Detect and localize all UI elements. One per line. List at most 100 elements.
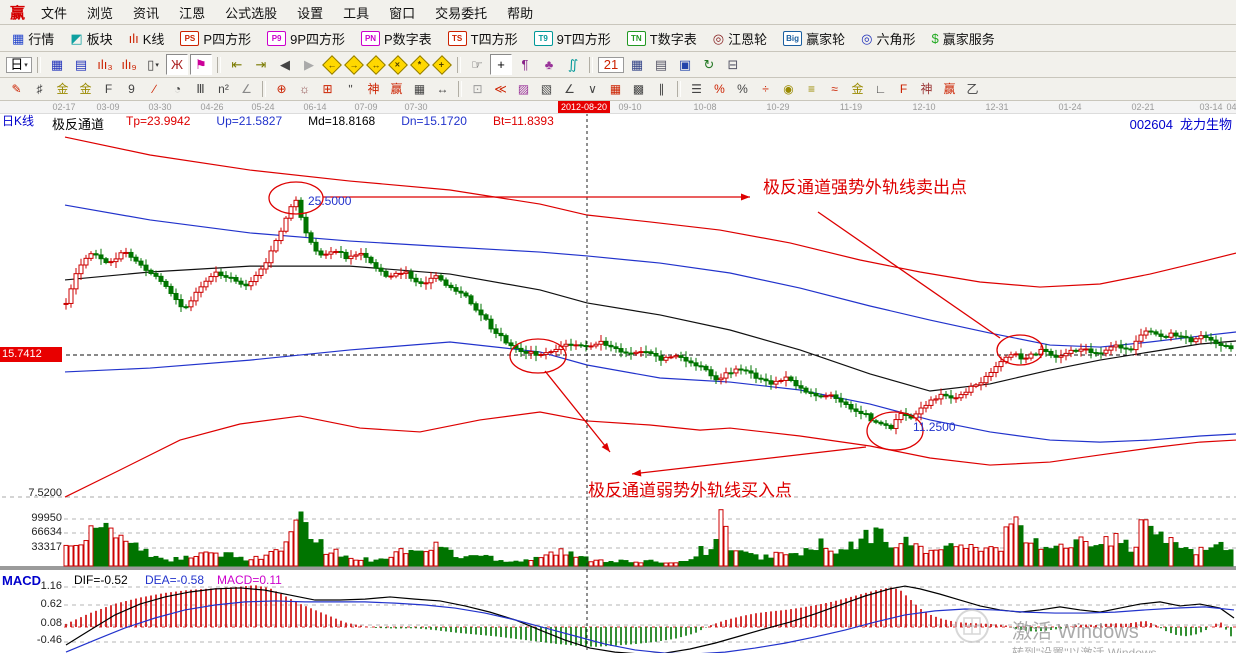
p-number-table-button[interactable]: PNP数字表 (353, 27, 440, 50)
nine-p-square-button[interactable]: P99P四方形 (259, 27, 353, 50)
three-bars-icon[interactable]: ılı₃ (94, 54, 116, 75)
timeline-bar[interactable]: 02-1703-0903-3004-2605-2406-1407-0907-30… (0, 101, 1236, 114)
menu-settings[interactable]: 设置 (287, 3, 333, 22)
n-squared-icon[interactable]: n² (213, 80, 234, 99)
gold-angle-icon[interactable]: 金 (847, 80, 868, 99)
nine-bars-icon[interactable]: ılı₉ (118, 54, 140, 75)
percent-icon[interactable]: % (732, 80, 753, 99)
gold-scale-icon[interactable]: 金 (52, 80, 73, 99)
angle-lines-icon[interactable]: ∠ (559, 80, 580, 99)
dark-grid-icon[interactable]: ▩ (628, 80, 649, 99)
winner-grid-icon[interactable]: 赢 (386, 80, 407, 99)
god-angle-icon[interactable]: 神 (916, 80, 937, 99)
multi-window-icon[interactable]: ▦ (46, 54, 68, 75)
gann-cross-icon[interactable]: × (388, 55, 408, 75)
fan-box-icon[interactable]: ▨ (513, 80, 534, 99)
v-lines-icon[interactable]: ∨ (582, 80, 603, 99)
winner-wheel-button[interactable]: Big赢家轮 (775, 27, 853, 50)
date-tick-label: 02-17 (52, 102, 75, 112)
k-quote-icon[interactable]: ʺ (340, 80, 361, 99)
star-grid-icon[interactable]: ☼ (294, 80, 315, 99)
gann-shape-icon[interactable]: ♣ (538, 54, 560, 75)
first-page-icon[interactable]: ⇤ (226, 54, 248, 75)
printer-icon[interactable]: ⊟ (722, 54, 744, 75)
candle-style-selector[interactable]: ▯▾ (142, 54, 164, 75)
spiral-9-icon[interactable]: 9 (121, 80, 142, 99)
remote-update-icon[interactable]: ↻ (698, 54, 720, 75)
menu-file[interactable]: 文件 (31, 3, 77, 22)
gann-right-icon[interactable]: → (344, 55, 364, 75)
frame-box-icon[interactable]: ⊡ (467, 80, 488, 99)
t-number-table-button[interactable]: TNT数字表 (619, 27, 705, 50)
toolbar-separator (589, 57, 593, 73)
fan-box2-icon[interactable]: ▧ (536, 80, 557, 99)
winner-angle-icon[interactable]: 赢 (939, 80, 960, 99)
gann-fan-icon[interactable]: ≪ (490, 80, 511, 99)
nine-t-square-button[interactable]: T99T四方形 (526, 27, 619, 50)
kline-style-icon[interactable]: Ж (166, 54, 188, 75)
quotes-button[interactable]: ▦行情 (4, 27, 62, 50)
f-scale-icon[interactable]: F (98, 80, 119, 99)
numbered-grid-icon[interactable]: ▦ (409, 80, 430, 99)
gold-circle-icon[interactable]: ◉ (778, 80, 799, 99)
indicator-up-value: Up=21.5827 (216, 114, 282, 133)
god-grid-icon[interactable]: 神 (363, 80, 384, 99)
crosshair-icon[interactable]: + (490, 54, 512, 75)
gann-wheel-icon: ◎ (713, 32, 724, 45)
winner-service-button[interactable]: $赢家服务 (923, 27, 1002, 50)
gann-star-icon[interactable]: * (410, 55, 430, 75)
annotate-icon[interactable]: ¶ (514, 54, 536, 75)
gann-plus-icon[interactable]: + (432, 55, 452, 75)
next-page-icon[interactable]: ▶ (298, 54, 320, 75)
gann-leftright-icon[interactable]: ↔ (366, 55, 386, 75)
menu-news[interactable]: 资讯 (123, 3, 169, 22)
menu-trade-order[interactable]: 交易委托 (425, 3, 497, 22)
menu-window[interactable]: 窗口 (379, 3, 425, 22)
wave-shape-icon[interactable]: ∬ (562, 54, 584, 75)
sectors-button[interactable]: ◩板块 (62, 27, 120, 50)
mirror-angle-icon[interactable]: ∠ (236, 80, 257, 99)
j-angle-icon[interactable]: ∟ (870, 80, 891, 99)
period-day-selector[interactable]: 日▾ (6, 57, 32, 73)
marked-price-label: 15.7412 (0, 347, 62, 362)
scale-ruler-icon[interactable]: ♯ (29, 80, 50, 99)
percent-levels-icon[interactable]: ÷ (755, 80, 776, 99)
calendar-icon[interactable]: 21 (598, 57, 624, 73)
price-bars-icon[interactable]: ☰ (686, 80, 707, 99)
percent-strike-icon[interactable]: % (709, 80, 730, 99)
parallel-lines-icon[interactable]: ∥ (651, 80, 672, 99)
last-page-icon[interactable]: ⇥ (250, 54, 272, 75)
draw-pen-icon[interactable]: ✎ (6, 80, 27, 99)
ruler2-icon[interactable]: Ⅲ (190, 80, 211, 99)
prev-page-icon[interactable]: ◀ (274, 54, 296, 75)
width-measure-icon[interactable]: ↔ (432, 80, 453, 99)
gann-wheel-button[interactable]: ◎江恩轮 (705, 27, 775, 50)
p-square-button[interactable]: PSP四方形 (172, 27, 259, 50)
menu-formula-stockpick[interactable]: 公式选股 (215, 3, 287, 22)
quote-list-icon[interactable]: ▤ (70, 54, 92, 75)
red-grid-box-icon[interactable]: ⊞ (317, 80, 338, 99)
time-cycle-icon[interactable]: ◔ (167, 80, 188, 99)
target-circle-icon[interactable]: ⊕ (271, 80, 292, 99)
notes-icon[interactable]: ▤ (650, 54, 672, 75)
date-tick-label: 10-29 (766, 102, 789, 112)
hexagon-button[interactable]: ◎六角形 (853, 27, 923, 50)
save-icon[interactable]: ▣ (674, 54, 696, 75)
calculator-icon[interactable]: ▦ (626, 54, 648, 75)
menu-browse[interactable]: 浏览 (77, 3, 123, 22)
gann-left-icon[interactable]: ← (322, 55, 342, 75)
menu-help[interactable]: 帮助 (497, 3, 543, 22)
red-grid-icon[interactable]: ▦ (605, 80, 626, 99)
gold-levels-icon[interactable]: ≡ (801, 80, 822, 99)
f-angle-icon[interactable]: F (893, 80, 914, 99)
pan-hand-icon[interactable]: ☞ (466, 54, 488, 75)
menu-tools[interactable]: 工具 (333, 3, 379, 22)
flag-icon[interactable]: ⚑ (190, 54, 212, 75)
z-angle-icon[interactable]: 乙 (962, 80, 983, 99)
menu-gann[interactable]: 江恩 (169, 3, 215, 22)
kline-button[interactable]: ılıK线 (121, 27, 173, 50)
gold-scale2-icon[interactable]: 金 (75, 80, 96, 99)
t-square-button[interactable]: TST四方形 (440, 27, 526, 50)
brush-tool-icon[interactable]: ∕ (144, 80, 165, 99)
wave-brush-icon[interactable]: ≈ (824, 80, 845, 99)
